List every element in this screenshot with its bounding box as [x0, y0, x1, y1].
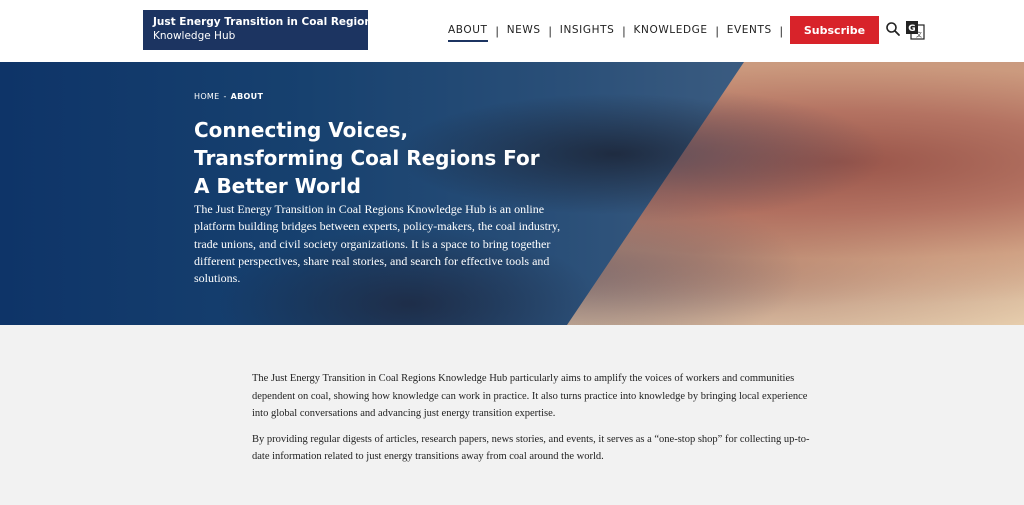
site-header: Just Energy Transition in Coal Regions K… [0, 0, 1024, 62]
subscribe-button[interactable]: Subscribe [790, 16, 879, 44]
nav-insights[interactable]: INSIGHTS [560, 24, 615, 38]
breadcrumb: HOME - ABOUT [194, 92, 263, 101]
svg-text:文: 文 [916, 31, 922, 39]
nav-separator: | [715, 24, 719, 38]
svg-text:G: G [908, 24, 915, 34]
content-paragraph: By providing regular digests of articles… [252, 433, 810, 463]
breadcrumb-home[interactable]: HOME [194, 92, 219, 101]
nav-separator: | [548, 24, 552, 38]
main-nav: ABOUT | NEWS | INSIGHTS | KNOWLEDGE | EV… [448, 22, 791, 42]
breadcrumb-separator: - [223, 92, 227, 101]
translate-icon[interactable]: G 文 [905, 20, 925, 40]
search-icon[interactable] [885, 21, 901, 37]
site-logo[interactable]: Just Energy Transition in Coal Regions K… [143, 10, 379, 50]
logo-subtitle: Knowledge Hub [153, 30, 236, 42]
breadcrumb-current: ABOUT [230, 92, 264, 101]
nav-about[interactable]: ABOUT [448, 24, 488, 42]
logo-title: Just Energy Transition in Coal Regions [153, 16, 379, 28]
content-paragraph: The Just Energy Transition in Coal Regio… [252, 373, 808, 419]
nav-separator: | [779, 24, 783, 38]
nav-knowledge[interactable]: KNOWLEDGE [634, 24, 708, 38]
about-content: The Just Energy Transition in Coal Regio… [252, 370, 822, 466]
page-title: Connecting Voices, Transforming Coal Reg… [194, 118, 540, 198]
nav-news[interactable]: NEWS [507, 24, 541, 38]
nav-separator: | [495, 24, 499, 38]
nav-separator: | [622, 24, 626, 38]
hero-description: The Just Energy Transition in Coal Regio… [194, 202, 561, 286]
nav-events[interactable]: EVENTS [727, 24, 772, 38]
